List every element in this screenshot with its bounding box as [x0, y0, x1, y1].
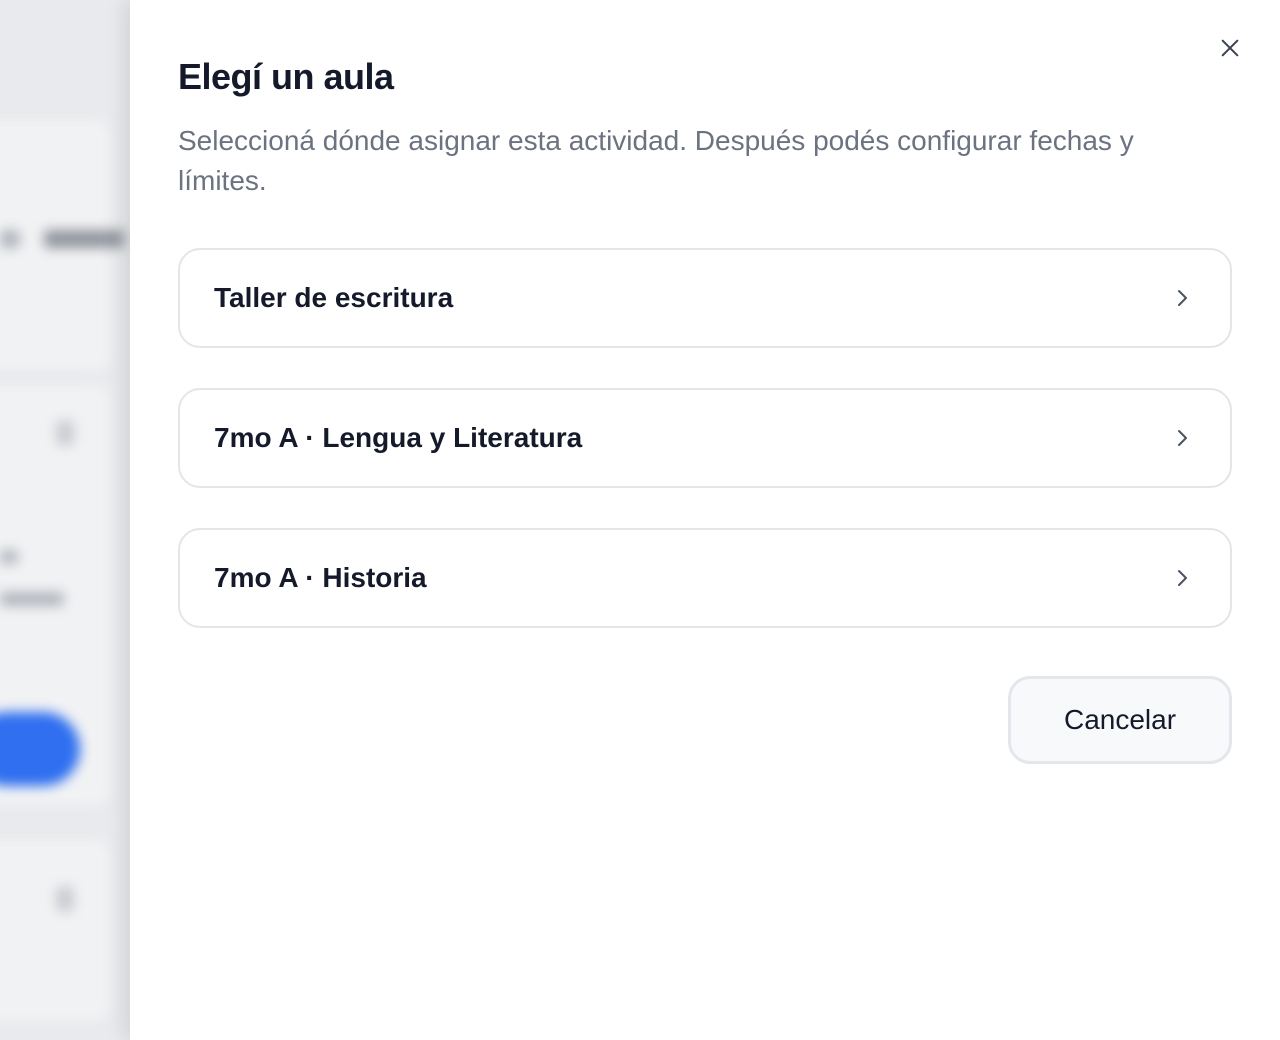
background-text — [0, 230, 20, 248]
choose-classroom-dialog: Elegí un aula Seleccioná dónde asignar e… — [130, 0, 1280, 1040]
chevron-right-icon — [1178, 570, 1187, 586]
background-text — [44, 230, 124, 248]
background-page-overlay — [0, 0, 130, 1040]
classroom-option-label: 7mo A · Historia — [214, 562, 427, 593]
background-icon — [56, 886, 74, 912]
classroom-options-list: Taller de escritura 7mo A · Lengua y Lit… — [178, 248, 1232, 668]
blurred-background-content — [0, 0, 130, 1040]
background-text — [0, 592, 64, 606]
cancel-button[interactable]: Cancelar — [1008, 676, 1232, 764]
close-button[interactable] — [1216, 34, 1244, 62]
background-button — [0, 712, 80, 786]
dialog-description: Seleccioná dónde asignar esta actividad.… — [178, 125, 1134, 196]
close-icon — [1221, 39, 1239, 57]
chevron-right-icon — [1178, 430, 1187, 446]
classroom-option-taller-de-escritura[interactable]: Taller de escritura — [178, 248, 1232, 348]
classroom-option-lengua-y-literatura[interactable]: 7mo A · Lengua y Literatura — [178, 388, 1232, 488]
classroom-option-historia[interactable]: 7mo A · Historia — [178, 528, 1232, 628]
background-text — [0, 550, 18, 564]
classroom-option-label: 7mo A · Lengua y Literatura — [214, 422, 583, 453]
classroom-option-label: Taller de escritura — [214, 282, 454, 313]
background-card — [0, 840, 110, 1020]
chevron-right-icon — [1178, 290, 1187, 306]
dialog-title: Elegí un aula — [178, 56, 394, 97]
background-icon — [56, 420, 74, 446]
